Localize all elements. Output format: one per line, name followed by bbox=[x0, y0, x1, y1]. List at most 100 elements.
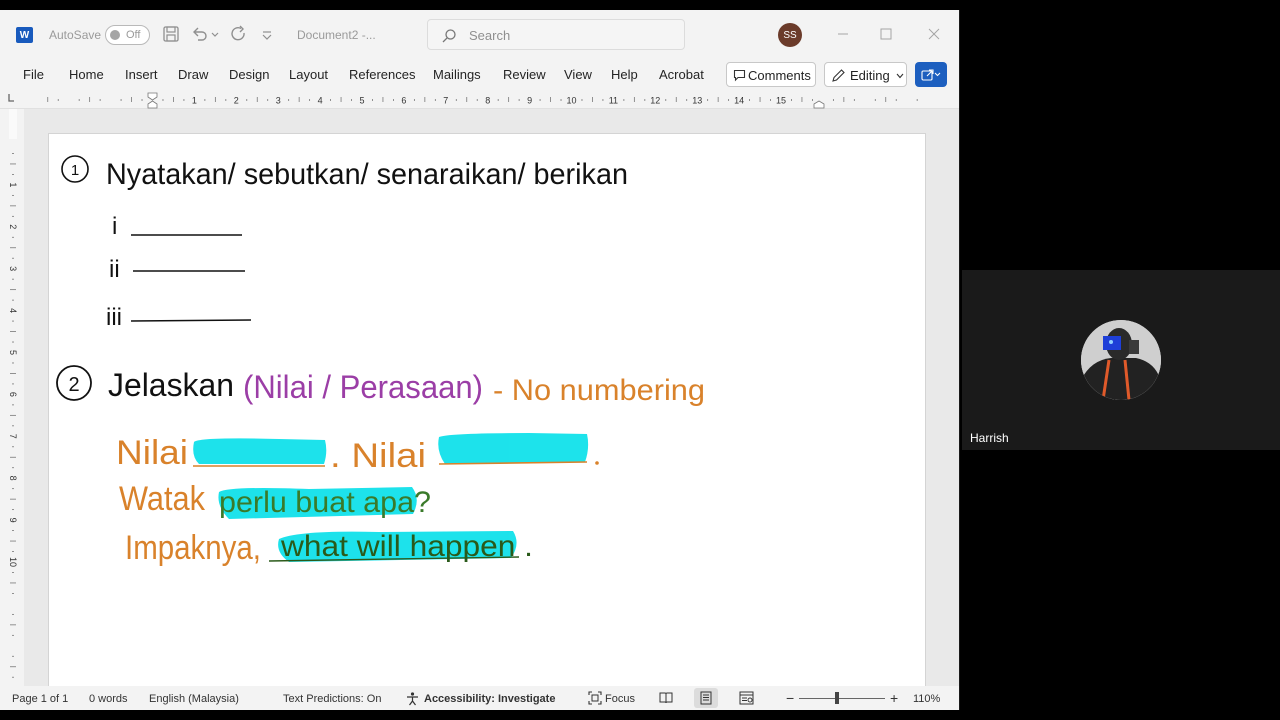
autosave-state: Off bbox=[126, 29, 141, 41]
zoom-in-button[interactable]: + bbox=[890, 690, 898, 706]
close-icon[interactable] bbox=[924, 24, 944, 44]
ruler-number: 14 bbox=[734, 96, 744, 106]
line2-question: perlu buat apa? bbox=[219, 486, 431, 519]
comments-label: Comments bbox=[748, 68, 811, 83]
ruler-number: 10 bbox=[566, 96, 576, 106]
section-2-bracket-note: (Nilai / Perasaan) bbox=[243, 369, 483, 405]
accessibility-label: Accessibility: Investigate bbox=[424, 693, 556, 705]
item-iii-blank-line bbox=[130, 319, 252, 322]
zoom-out-button[interactable]: − bbox=[786, 690, 794, 706]
right-indent-marker[interactable] bbox=[813, 100, 825, 109]
horizontal-ruler[interactable]: 1 2 3 4 5 6 7 8 9 10 11 12 13 14 15 bbox=[0, 91, 959, 109]
focus-mode-button[interactable]: Focus bbox=[605, 693, 635, 705]
word-window: W AutoSave Off Document2 -... Search SS … bbox=[0, 10, 960, 710]
ruler-number: 1 bbox=[192, 96, 197, 106]
word-app-icon: W bbox=[16, 27, 33, 43]
accessibility-status[interactable]: Accessibility: Investigate bbox=[424, 693, 555, 705]
autosave-toggle[interactable]: Off bbox=[105, 25, 150, 45]
line1-period bbox=[595, 461, 599, 465]
read-mode-icon[interactable] bbox=[659, 691, 673, 705]
zoom-slider-thumb[interactable] bbox=[835, 692, 839, 704]
pen-icon bbox=[832, 69, 845, 82]
ruler-number: 9 bbox=[527, 96, 532, 106]
minimize-icon[interactable] bbox=[833, 24, 853, 44]
line1-nilai-a: Nilai bbox=[116, 434, 188, 472]
share-button[interactable] bbox=[915, 62, 947, 87]
section-1-number: 1 bbox=[71, 162, 79, 179]
tab-file[interactable]: File bbox=[23, 67, 44, 82]
no-numbering-note: - No numbering bbox=[493, 374, 705, 407]
tab-help[interactable]: Help bbox=[611, 67, 638, 82]
tab-references[interactable]: References bbox=[349, 67, 415, 82]
autosave-label: AutoSave bbox=[49, 28, 102, 42]
accessibility-icon bbox=[407, 692, 418, 706]
search-box[interactable]: Search bbox=[427, 19, 685, 50]
item-i-label: i bbox=[112, 213, 117, 240]
participant-avatar bbox=[1081, 320, 1161, 400]
undo-dropdown-icon[interactable] bbox=[210, 24, 220, 44]
web-layout-icon[interactable] bbox=[739, 691, 754, 705]
print-layout-icon[interactable] bbox=[699, 691, 713, 705]
title-bar: W AutoSave Off Document2 -... Search SS bbox=[0, 10, 959, 58]
zoom-slider-track[interactable] bbox=[799, 698, 885, 699]
word-count[interactable]: 0 words bbox=[89, 693, 128, 705]
tab-insert[interactable]: Insert bbox=[125, 67, 158, 82]
ruler-number: 1 bbox=[8, 182, 18, 187]
customize-qat-icon[interactable] bbox=[260, 24, 274, 44]
item-iii-label: iii bbox=[106, 304, 122, 331]
ruler-number: 4 bbox=[8, 308, 18, 313]
section-1: 1 Nyatakan/ sebutkan/ senaraikan/ berika… bbox=[61, 155, 628, 331]
line1-nilai-b: . Nilai bbox=[330, 437, 426, 475]
ruler-number: 13 bbox=[692, 96, 702, 106]
document-title: Document2 -... bbox=[297, 28, 376, 42]
ruler-scale: 1 2 3 4 5 6 7 8 9 10 11 12 13 14 15 bbox=[8, 92, 918, 109]
redo-icon[interactable] bbox=[229, 24, 249, 44]
tab-selector-icon[interactable] bbox=[8, 94, 14, 102]
item-ii-label: ii bbox=[109, 256, 120, 283]
ruler-number: 5 bbox=[359, 96, 364, 106]
comment-icon bbox=[733, 69, 746, 82]
section-1-heading: Nyatakan/ sebutkan/ senaraikan/ berikan bbox=[106, 158, 628, 191]
line3-impaknya: Impaknya, bbox=[125, 529, 261, 567]
tab-review[interactable]: Review bbox=[503, 67, 546, 82]
tab-mailings[interactable]: Mailings bbox=[433, 67, 481, 82]
text-predictions[interactable]: Text Predictions: On bbox=[283, 693, 381, 705]
tab-design[interactable]: Design bbox=[229, 67, 269, 82]
ruler-number: 3 bbox=[276, 96, 281, 106]
left-indent-marker[interactable] bbox=[147, 92, 158, 109]
ruler-number: 4 bbox=[318, 96, 323, 106]
search-icon bbox=[442, 29, 456, 43]
editing-label: Editing bbox=[850, 68, 890, 83]
maximize-icon[interactable] bbox=[876, 24, 896, 44]
comments-button[interactable]: Comments bbox=[726, 62, 816, 87]
ruler-number: 12 bbox=[650, 96, 660, 106]
highlight-nilai-1 bbox=[193, 438, 327, 464]
screen: W AutoSave Off Document2 -... Search SS … bbox=[0, 0, 1280, 720]
tab-draw[interactable]: Draw bbox=[178, 67, 208, 82]
ruler-number: 2 bbox=[234, 96, 239, 106]
tab-home[interactable]: Home bbox=[69, 67, 104, 82]
ruler-number: 9 bbox=[8, 518, 18, 523]
language-indicator[interactable]: English (Malaysia) bbox=[149, 693, 239, 705]
tab-acrobat[interactable]: Acrobat bbox=[659, 67, 704, 82]
participant-tile[interactable]: Harrish bbox=[962, 270, 1280, 450]
page-count[interactable]: Page 1 of 1 bbox=[12, 693, 68, 705]
user-avatar[interactable]: SS bbox=[778, 23, 802, 47]
participant-photo bbox=[1081, 320, 1161, 400]
search-placeholder: Search bbox=[469, 28, 511, 43]
ribbon-tabs: File Home Insert Draw Design Layout Refe… bbox=[0, 58, 959, 91]
ink-drawing: 1 Nyatakan/ sebutkan/ senaraikan/ berika… bbox=[56, 155, 705, 567]
save-icon[interactable] bbox=[161, 24, 181, 44]
ruler-number: 6 bbox=[401, 96, 406, 106]
tab-layout[interactable]: Layout bbox=[289, 67, 328, 82]
focus-icon bbox=[588, 691, 602, 705]
ruler-number: 2 bbox=[8, 224, 18, 229]
editing-mode-button[interactable]: Editing bbox=[824, 62, 907, 87]
tab-view[interactable]: View bbox=[564, 67, 592, 82]
undo-icon[interactable] bbox=[190, 24, 210, 44]
document-page[interactable]: 1 Nyatakan/ sebutkan/ senaraikan/ berika… bbox=[48, 133, 926, 693]
vertical-ruler: 1 2 3 4 5 6 7 8 9 10 bbox=[0, 109, 24, 686]
zoom-level[interactable]: 110% bbox=[913, 693, 940, 705]
status-bar: Page 1 of 1 0 words English (Malaysia) T… bbox=[0, 686, 959, 710]
ruler-number: 3 bbox=[8, 266, 18, 271]
